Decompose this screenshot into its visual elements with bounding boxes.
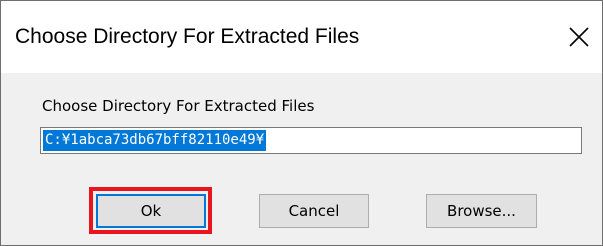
ok-button[interactable]: Ok — [96, 194, 206, 228]
dialog-title: Choose Directory For Extracted Files — [15, 25, 360, 48]
dialog-window: Choose Directory For Extracted Files Cho… — [0, 0, 603, 246]
directory-path-input[interactable]: C:¥1abca73db67bff82110e49¥ — [40, 127, 582, 154]
title-bar: Choose Directory For Extracted Files — [1, 1, 602, 73]
close-button[interactable] — [556, 1, 602, 73]
close-icon — [569, 27, 589, 47]
cancel-button[interactable]: Cancel — [259, 194, 369, 228]
browse-button[interactable]: Browse... — [426, 194, 537, 228]
directory-path-value: C:¥1abca73db67bff82110e49¥ — [43, 130, 267, 151]
dialog-content: Choose Directory For Extracted Files C:¥… — [1, 73, 602, 245]
directory-prompt-label: Choose Directory For Extracted Files — [42, 97, 315, 115]
